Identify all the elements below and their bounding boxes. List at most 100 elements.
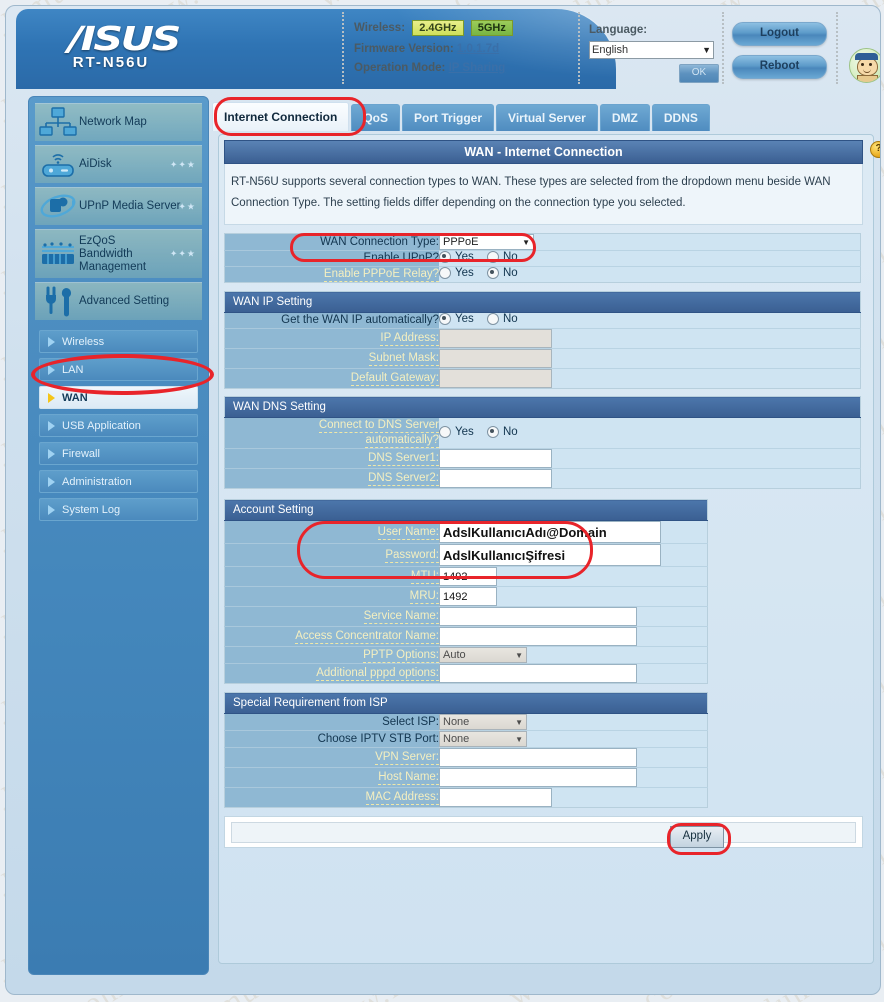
pptp-options-label[interactable]: PPTP Options:: [363, 648, 439, 663]
tab-virtual-server[interactable]: Virtual Server: [496, 104, 598, 131]
select-isp-select[interactable]: None ▼: [439, 714, 527, 730]
iptv-stb-port-select[interactable]: None ▼: [439, 731, 527, 747]
apply-button[interactable]: Apply: [670, 826, 724, 848]
mru-label[interactable]: MRU:: [409, 590, 439, 604]
username-input[interactable]: [439, 521, 661, 543]
dns2-label[interactable]: DNS Server2:: [368, 472, 439, 486]
firmware-label: Firmware Version:: [354, 43, 454, 55]
sidebar-item-label: WAN: [62, 391, 88, 404]
upnp-label-cell: Enable UPnP?: [224, 250, 439, 267]
host-name-input[interactable]: [439, 768, 637, 787]
vpn-server-label[interactable]: VPN Server:: [375, 751, 439, 765]
table-row-service-name: Service Name:: [224, 606, 708, 627]
operation-mode-label: Operation Mode:: [354, 62, 446, 74]
service-name-label[interactable]: Service Name:: [363, 610, 439, 624]
language-block: Language: English ▼: [589, 24, 719, 59]
ip-address-label[interactable]: IP Address:: [380, 332, 439, 346]
table-row-wanip-auto: Get the WAN IP automatically? Yes No: [224, 312, 861, 329]
sidebar-item-aidisk[interactable]: AiDisk ✦✦★: [35, 145, 202, 183]
language-ok-button[interactable]: OK: [679, 64, 719, 83]
asus-logo: /ISUS: [68, 19, 181, 58]
pppoe-relay-no-radio[interactable]: No: [486, 267, 518, 279]
access-concentrator-label[interactable]: Access Concentrator Name:: [295, 630, 439, 644]
header-bar: /ISUS RT-N56U Wireless: 2.4GHz 5GHz Firm…: [6, 6, 880, 92]
pppd-options-label[interactable]: Additional pppd options:: [316, 667, 439, 681]
host-name-label[interactable]: Host Name:: [378, 771, 439, 785]
table-row-pptp-options: PPTP Options: Auto ▼: [224, 646, 708, 664]
conn-type-label-cell: WAN Connection Type:: [224, 233, 439, 251]
dns-auto-no-radio[interactable]: No: [486, 425, 518, 438]
network-map-icon: [39, 106, 79, 140]
reboot-button[interactable]: Reboot: [732, 55, 827, 79]
mac-address-label[interactable]: MAC Address:: [365, 791, 439, 805]
logout-button[interactable]: Logout: [732, 22, 827, 46]
wan-dns-table: WAN DNS Setting Connect to DNS Server au…: [224, 396, 861, 489]
pppd-options-input[interactable]: [439, 664, 637, 683]
dns-auto-label-line1[interactable]: Connect to DNS Server: [318, 419, 439, 433]
service-name-input[interactable]: [439, 607, 637, 626]
wan-ip-section-header: WAN IP Setting: [224, 291, 861, 313]
firmware-version-link[interactable]: 1.0.1.7d: [457, 43, 499, 55]
radio-icon: [486, 267, 499, 279]
subnet-mask-label[interactable]: Subnet Mask:: [368, 352, 439, 366]
pptp-options-select[interactable]: Auto ▼: [439, 647, 527, 663]
band-5ghz-badge[interactable]: 5GHz: [470, 20, 513, 36]
pppoe-relay-yes-radio[interactable]: Yes: [439, 267, 474, 279]
wan-connection-type-value: PPPoE: [443, 236, 479, 248]
vpn-server-input[interactable]: [439, 748, 637, 767]
sidebar-item-wireless[interactable]: Wireless: [39, 330, 198, 353]
ip-address-input[interactable]: [439, 329, 552, 348]
default-gateway-input[interactable]: [439, 369, 552, 388]
dns-server1-input[interactable]: [439, 449, 552, 468]
sidebar-item-administration[interactable]: Administration: [39, 470, 198, 493]
dns-auto-no-label: No: [502, 425, 518, 438]
language-select[interactable]: English ▼: [589, 41, 714, 59]
operation-mode-link[interactable]: IP Sharing: [449, 62, 506, 74]
mac-address-input[interactable]: [439, 788, 552, 807]
upnp-yes-radio[interactable]: Yes: [439, 251, 474, 263]
password-label[interactable]: Password:: [385, 548, 439, 563]
sidebar-item-label: Administration: [62, 475, 132, 488]
sidebar-item-ezqos-bandwidth-management[interactable]: EzQoS Bandwidth Management ✦✦★: [35, 229, 202, 278]
dns-auto-yes-radio[interactable]: Yes: [439, 425, 474, 438]
help-icon[interactable]: ?: [870, 141, 880, 158]
table-row-mtu: MTU:: [224, 566, 708, 587]
router-info-block: Wireless: 2.4GHz 5GHz Firmware Version: …: [354, 20, 569, 81]
mtu-input[interactable]: [439, 567, 497, 586]
table-row-dns-auto: Connect to DNS Server automatically? Yes…: [224, 417, 861, 449]
sidebar-item-network-map[interactable]: Network Map: [35, 103, 202, 141]
password-input[interactable]: [439, 544, 661, 566]
wan-connection-type-select[interactable]: PPPoE ▼: [439, 234, 534, 250]
access-concentrator-input[interactable]: [439, 627, 637, 646]
default-gateway-label[interactable]: Default Gateway:: [350, 372, 439, 386]
radio-icon: [439, 313, 451, 325]
tab-port-trigger[interactable]: Port Trigger: [402, 104, 495, 131]
triangle-right-icon: [48, 476, 55, 487]
username-label[interactable]: User Name:: [377, 525, 439, 540]
sidebar-item-stars: ✦★: [178, 201, 196, 211]
dns1-label[interactable]: DNS Server1:: [368, 452, 439, 466]
wanip-auto-yes-radio[interactable]: Yes: [439, 313, 474, 325]
band-24ghz-badge[interactable]: 2.4GHz: [412, 20, 464, 36]
sidebar-item-advanced-setting[interactable]: Advanced Setting: [35, 282, 202, 320]
sidebar-item-label: EzQoS Bandwidth Management: [79, 234, 147, 273]
tab-dmz[interactable]: DMZ: [599, 104, 650, 131]
mtu-label[interactable]: MTU:: [410, 570, 439, 584]
dns-auto-label-line2[interactable]: automatically?: [365, 434, 439, 448]
header-divider-1: [342, 12, 344, 84]
header-action-buttons: Logout Reboot: [732, 22, 827, 88]
conn-type-value-cell: PPPoE ▼: [439, 233, 861, 251]
subnet-mask-input[interactable]: [439, 349, 552, 368]
wanip-auto-no-label: No: [502, 313, 518, 325]
language-selected-value: English: [592, 44, 629, 56]
sidebar-item-firewall[interactable]: Firewall: [39, 442, 198, 465]
dns-server2-input[interactable]: [439, 469, 552, 488]
sidebar-item-system-log[interactable]: System Log: [39, 498, 198, 521]
upnp-value-cell: Yes No: [439, 250, 861, 267]
sidebar-item-usb-application[interactable]: USB Application: [39, 414, 198, 437]
tab-ddns[interactable]: DDNS: [651, 104, 710, 131]
mru-input[interactable]: [439, 587, 497, 606]
wanip-auto-no-radio[interactable]: No: [486, 313, 518, 325]
upnp-no-radio[interactable]: No: [486, 251, 518, 263]
sidebar-item-upnp-media-server[interactable]: UPnP Media Server ✦★: [35, 187, 202, 225]
